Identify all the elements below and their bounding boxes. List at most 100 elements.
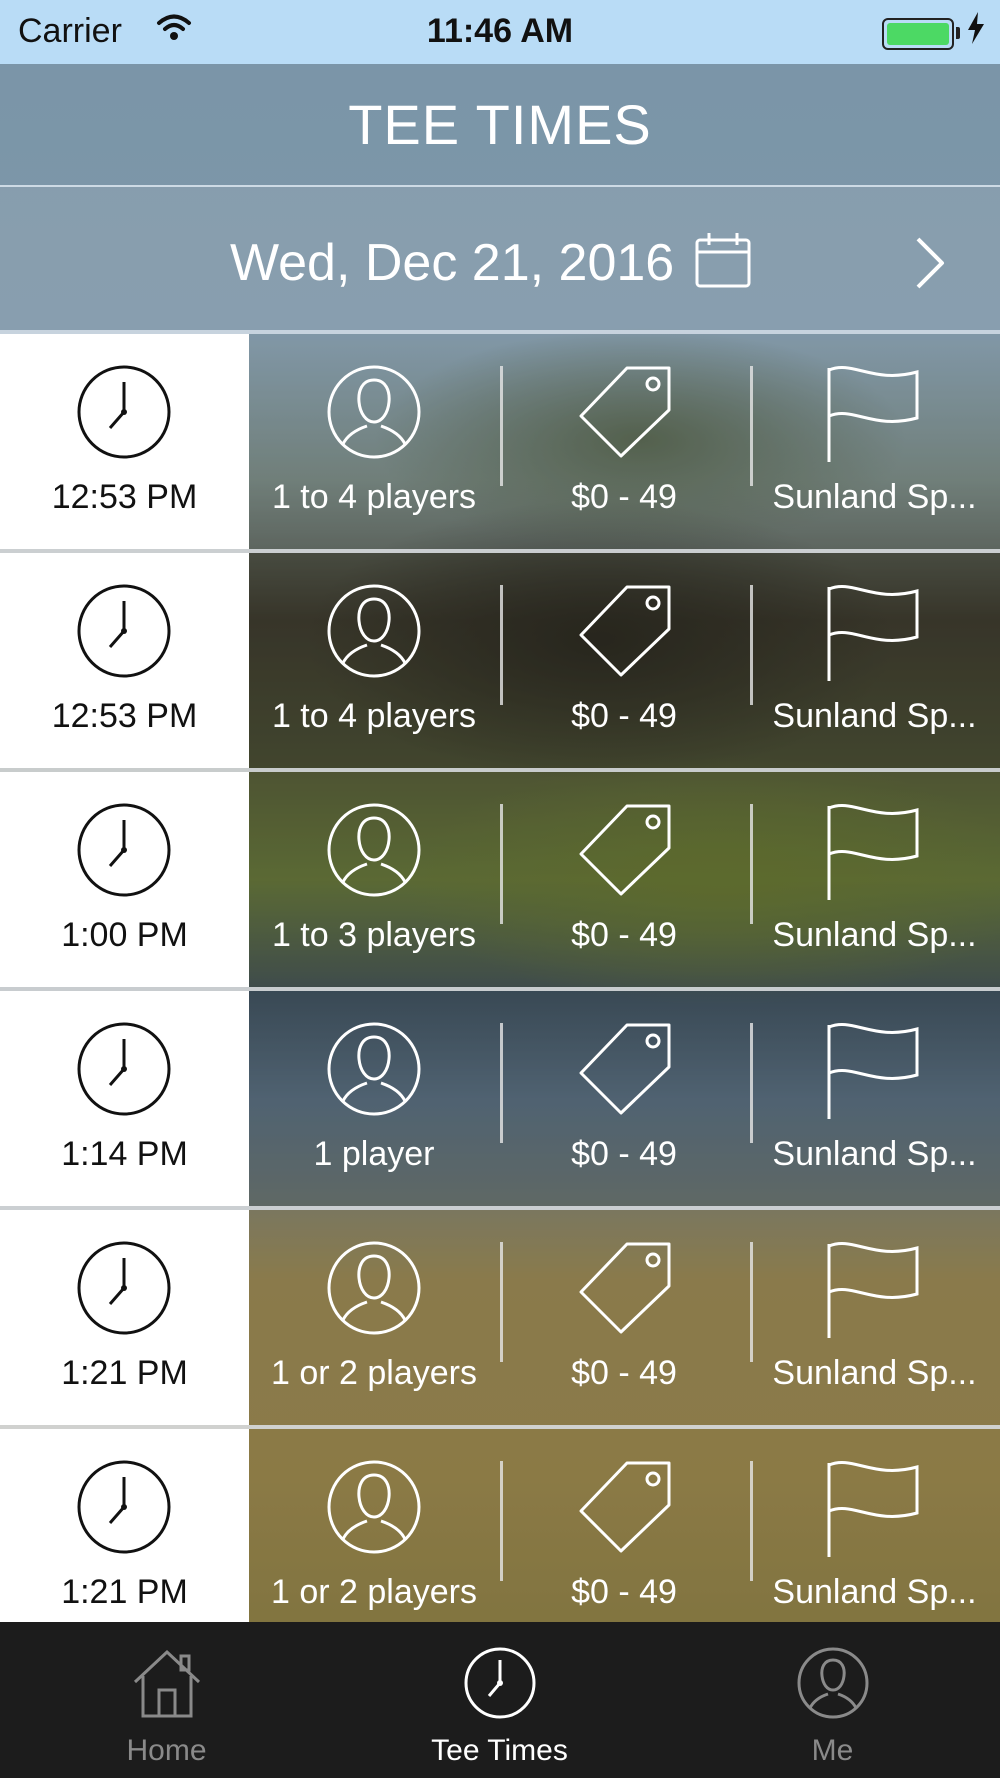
clock-icon — [333, 1646, 666, 1720]
tee-time-row[interactable]: 1:14 PM 1 player $0 - 49 Sunland Sp... — [0, 991, 1000, 1210]
players-cell: 1 to 4 players — [249, 334, 499, 549]
price-label: $0 - 49 — [571, 1135, 677, 1173]
price-label: $0 - 49 — [571, 1573, 677, 1611]
tee-time-row[interactable]: 12:53 PM 1 to 4 players $0 - 49 Sunland Sp.… — [0, 334, 1000, 553]
date-selector[interactable]: Wed, Dec 21, 2016 — [0, 187, 1000, 334]
page-title: TEE TIMES — [348, 93, 652, 156]
players-label: 1 to 3 players — [271, 916, 477, 954]
tee-times-list: 12:53 PM 1 to 4 players $0 - 49 Sunland Sp.… — [0, 334, 1000, 1648]
time-cell: 1:14 PM — [0, 991, 249, 1206]
person-icon — [326, 364, 422, 465]
tee-time-row[interactable]: 1:00 PM 1 to 3 players $0 - 49 Sunland Sp..… — [0, 772, 1000, 991]
price-cell: $0 - 49 — [499, 334, 749, 549]
tab-home-label: Home — [126, 1734, 207, 1767]
price-label: $0 - 49 — [571, 1354, 677, 1392]
course-label: Sunland Sp... — [772, 916, 977, 954]
course-cell: Sunland Sp... — [749, 553, 1000, 768]
price-tag-icon — [575, 364, 673, 465]
price-label: $0 - 49 — [571, 916, 677, 954]
tee-time-row[interactable]: 1:21 PM 1 or 2 players $0 - 49 Sunland Sp..… — [0, 1210, 1000, 1429]
tee-time-label: 12:53 PM — [51, 478, 198, 516]
course-label: Sunland Sp... — [772, 1354, 977, 1392]
price-cell: $0 - 49 — [499, 772, 749, 987]
person-icon — [326, 1459, 422, 1560]
players-cell: 1 or 2 players — [249, 1429, 499, 1644]
tee-time-label: 1:14 PM — [61, 1135, 188, 1173]
tee-time-row[interactable]: 1:21 PM 1 or 2 players $0 - 49 Sunland Sp..… — [0, 1429, 1000, 1648]
tee-time-label: 1:21 PM — [61, 1573, 188, 1611]
price-tag-icon — [575, 1021, 673, 1122]
tee-time-label: 1:21 PM — [61, 1354, 188, 1392]
person-icon — [666, 1646, 999, 1720]
players-label: 1 to 4 players — [271, 478, 477, 516]
flag-icon — [823, 583, 923, 688]
price-label: $0 - 49 — [571, 478, 677, 516]
time-cell: 12:53 PM — [0, 553, 249, 768]
tee-time-label: 1:00 PM — [61, 916, 188, 954]
players-label: 1 or 2 players — [271, 1573, 477, 1611]
charging-icon — [966, 12, 986, 52]
time-cell: 1:21 PM — [0, 1429, 249, 1644]
tab-tee-times-label: Tee Times — [431, 1734, 568, 1767]
battery-icon — [882, 18, 954, 50]
players-label: 1 to 4 players — [271, 697, 477, 735]
status-time: 11:46 AM — [426, 12, 574, 50]
course-cell: Sunland Sp... — [749, 772, 1000, 987]
flag-icon — [823, 1459, 923, 1564]
price-tag-icon — [575, 583, 673, 684]
tee-time-label: 12:53 PM — [51, 697, 198, 735]
tab-me[interactable]: Me — [666, 1622, 999, 1778]
chevron-right-icon[interactable] — [912, 235, 948, 296]
page-title-bar: TEE TIMES — [0, 64, 1000, 187]
price-tag-icon — [575, 802, 673, 903]
calendar-icon[interactable] — [694, 231, 752, 294]
time-cell: 1:21 PM — [0, 1210, 249, 1425]
players-label: 1 or 2 players — [271, 1354, 477, 1392]
flag-icon — [823, 802, 923, 907]
clock-icon — [76, 1021, 172, 1122]
price-cell: $0 - 49 — [499, 553, 749, 768]
battery-nub — [956, 27, 960, 39]
clock-icon — [76, 583, 172, 684]
tab-me-label: Me — [811, 1734, 854, 1767]
selected-date[interactable]: Wed, Dec 21, 2016 — [230, 233, 674, 293]
price-tag-icon — [575, 1240, 673, 1341]
course-cell: Sunland Sp... — [749, 991, 1000, 1206]
players-label: 1 player — [313, 1135, 435, 1173]
price-cell: $0 - 49 — [499, 991, 749, 1206]
person-icon — [326, 802, 422, 903]
price-tag-icon — [575, 1459, 673, 1560]
person-icon — [326, 1240, 422, 1341]
players-cell: 1 to 3 players — [249, 772, 499, 987]
course-label: Sunland Sp... — [772, 478, 977, 516]
flag-icon — [823, 1021, 923, 1126]
course-cell: Sunland Sp... — [749, 1210, 1000, 1425]
course-cell: Sunland Sp... — [749, 1429, 1000, 1644]
clock-icon — [76, 802, 172, 903]
players-cell: 1 player — [249, 991, 499, 1206]
course-label: Sunland Sp... — [772, 1135, 977, 1173]
price-cell: $0 - 49 — [499, 1429, 749, 1644]
clock-icon — [76, 1240, 172, 1341]
status-bar: Carrier 11:46 AM — [0, 0, 1000, 64]
home-icon — [0, 1646, 333, 1720]
price-label: $0 - 49 — [571, 697, 677, 735]
tab-home[interactable]: Home — [0, 1622, 333, 1778]
price-cell: $0 - 49 — [499, 1210, 749, 1425]
course-label: Sunland Sp... — [772, 697, 977, 735]
clock-icon — [76, 1459, 172, 1560]
tab-tee-times[interactable]: Tee Times — [333, 1622, 666, 1778]
tee-time-row[interactable]: 12:53 PM 1 to 4 players $0 - 49 Sunland Sp.… — [0, 553, 1000, 772]
battery-fill — [887, 23, 949, 45]
clock-icon — [76, 364, 172, 465]
flag-icon — [823, 1240, 923, 1345]
person-icon — [326, 583, 422, 684]
course-cell: Sunland Sp... — [749, 334, 1000, 549]
person-icon — [326, 1021, 422, 1122]
tab-bar: Home Tee Times Me — [0, 1622, 1000, 1778]
players-cell: 1 to 4 players — [249, 553, 499, 768]
time-cell: 1:00 PM — [0, 772, 249, 987]
time-cell: 12:53 PM — [0, 334, 249, 549]
players-cell: 1 or 2 players — [249, 1210, 499, 1425]
course-label: Sunland Sp... — [772, 1573, 977, 1611]
